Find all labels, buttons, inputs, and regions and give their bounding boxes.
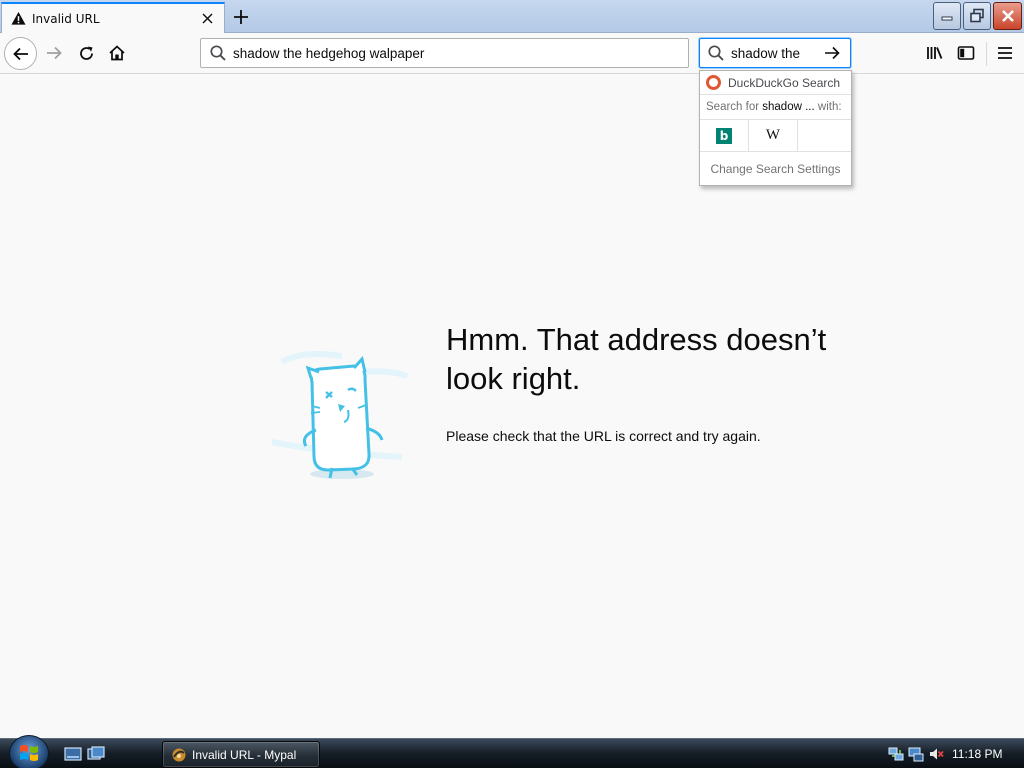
url-bar[interactable]: [200, 38, 689, 68]
minimize-icon: [941, 16, 953, 21]
back-arrow-icon: [12, 47, 28, 60]
show-desktop-icon[interactable]: [64, 746, 82, 762]
close-icon: [1001, 10, 1014, 22]
menu-button[interactable]: [990, 38, 1020, 68]
display-icon[interactable]: [908, 746, 924, 762]
wikipedia-icon: W: [765, 127, 781, 143]
forward-arrow-icon: [47, 46, 62, 60]
switch-windows-icon[interactable]: [87, 746, 105, 762]
library-button[interactable]: [920, 38, 950, 68]
reload-icon: [79, 46, 93, 60]
change-search-settings-button[interactable]: Change Search Settings: [700, 152, 851, 185]
engine-label: DuckDuckGo Search: [728, 75, 841, 90]
system-tray: 11:18 PM: [888, 739, 1024, 768]
search-icon: [210, 45, 226, 61]
library-icon: [927, 47, 943, 59]
plus-icon: [234, 10, 248, 24]
window-controls: [933, 2, 1022, 30]
new-tab-button[interactable]: [228, 4, 254, 30]
search-for-prefix: Search for: [706, 101, 760, 113]
sidebar-button[interactable]: [951, 38, 981, 68]
search-for-suffix: with:: [817, 101, 842, 113]
search-popup: DuckDuckGo Search Search for shadow ... …: [699, 70, 852, 186]
confused-creature-illustration: [271, 351, 409, 479]
wikipedia-engine-button[interactable]: W: [749, 119, 798, 152]
forward-button[interactable]: [39, 38, 69, 68]
taskbar: Invalid URL - Mypal 11:18 PM: [0, 735, 1024, 768]
restore-icon: [970, 8, 984, 23]
url-input[interactable]: [233, 45, 673, 61]
tab-invalid-url[interactable]: Invalid URL: [1, 2, 225, 33]
home-icon: [109, 45, 125, 61]
windows-logo-icon: [20, 745, 38, 761]
navigation-toolbar: [0, 33, 1024, 74]
volume-muted-icon[interactable]: [928, 746, 944, 762]
search-icon: [708, 45, 724, 61]
settings-label: Change Search Settings: [710, 161, 841, 176]
current-engine-row[interactable]: DuckDuckGo Search: [700, 71, 851, 95]
bing-engine-button[interactable]: b: [700, 119, 749, 152]
tab-strip: Invalid URL: [0, 0, 1024, 33]
taskbar-window-button[interactable]: Invalid URL - Mypal: [162, 741, 320, 768]
error-message: Please check that the URL is correct and…: [446, 428, 761, 444]
hamburger-menu-icon: [998, 47, 1012, 59]
search-for-row: Search for shadow ... with:: [700, 95, 851, 120]
reload-button[interactable]: [71, 38, 101, 68]
toolbar-separator: [986, 42, 987, 66]
duckduckgo-icon: [706, 75, 721, 90]
sidebar-icon: [957, 46, 975, 60]
search-input[interactable]: [731, 45, 819, 61]
start-button[interactable]: [9, 735, 49, 768]
close-tab-icon[interactable]: [196, 8, 218, 30]
restore-button[interactable]: [963, 2, 991, 30]
warning-icon: [11, 11, 26, 25]
minimize-button[interactable]: [933, 2, 961, 30]
search-bar[interactable]: [699, 38, 851, 68]
close-window-button[interactable]: [993, 2, 1022, 30]
arrow-right-icon: [825, 46, 840, 60]
error-title: Hmm. That address doesn’t look right.: [446, 322, 827, 396]
clock[interactable]: 11:18 PM: [952, 747, 1002, 761]
search-for-term: shadow ...: [762, 101, 815, 113]
network-icon[interactable]: [888, 746, 904, 762]
tab-title: Invalid URL: [32, 11, 100, 26]
back-button[interactable]: [4, 37, 37, 70]
taskbar-window-label: Invalid URL - Mypal: [192, 747, 297, 762]
bing-icon: b: [716, 127, 732, 144]
mypal-app-icon: [172, 748, 186, 761]
one-off-engines: b W: [700, 119, 851, 152]
search-go-button[interactable]: [819, 40, 845, 66]
home-button[interactable]: [102, 38, 132, 68]
